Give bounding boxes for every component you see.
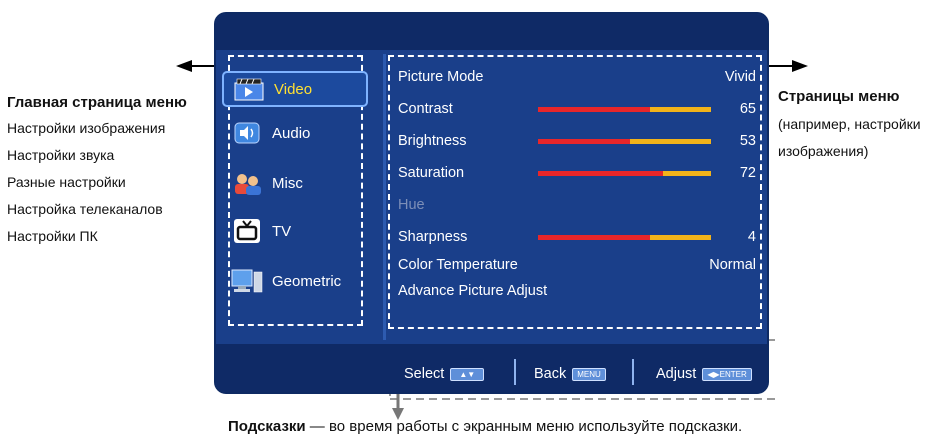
osd-screen: Video Audio Misc TV Geometric Picture Mo… [214,12,769,394]
osd-top-bar [216,14,767,50]
hint-select: Select ▲▼ [404,364,485,384]
updown-key-icon: ▲▼ [450,367,485,381]
osd-divider [383,54,386,340]
setting-advance-picture-adjust[interactable]: Advance Picture Adjust [398,280,756,302]
contrast-slider[interactable] [538,107,711,112]
setting-label: Picture Mode [398,69,484,85]
setting-color-temperature[interactable]: Color Temperature Normal [398,254,756,276]
hint-adjust: Adjust ◀▶ ENTER [656,364,752,384]
arrow-left-icon [176,60,192,72]
setting-label: Color Temperature [398,257,518,273]
menu-item-label: Video [274,80,313,98]
menu-item-label: Audio [272,124,311,142]
brightness-slider[interactable] [538,139,711,144]
hint-separator [632,359,634,385]
hint-back-label: Back [534,366,567,382]
setting-brightness[interactable]: Brightness 53 [398,130,756,152]
speaker-icon [230,120,264,146]
setting-label: Brightness [398,133,467,149]
menu-key-icon: MENU [572,367,606,381]
setting-picture-mode[interactable]: Picture Mode Vivid [398,66,756,88]
hint-select-label: Select [404,366,445,382]
hints-annotation-text: — во время работы с экранным меню исполь… [305,418,743,435]
menu-item-geometric[interactable]: Geometric [222,263,368,299]
setting-value: 65 [739,101,756,117]
setting-label: Hue [398,197,425,213]
monitor-icon [230,268,264,294]
saturation-slider[interactable] [538,171,711,176]
setting-value: Normal [709,257,756,273]
setting-sharpness[interactable]: Sharpness 4 [398,226,756,248]
setting-value: 53 [739,133,756,149]
hints-annotation-bold: Подсказки [228,418,306,435]
menu-item-label: Geometric [272,272,342,290]
hint-adjust-label: Adjust [656,366,697,382]
menu-item-label: Misc [272,174,303,192]
menu-item-audio[interactable]: Audio [222,115,368,151]
hints-annotation: Подсказки — во время работы с экранным м… [228,418,742,435]
film-icon [232,76,266,102]
arrow-right-icon [792,60,808,72]
setting-label: Saturation [398,165,465,181]
setting-label: Contrast [398,101,453,117]
setting-label: Advance Picture Adjust [398,283,548,299]
people-icon [230,170,264,196]
menu-item-misc[interactable]: Misc [222,165,368,201]
setting-value: Vivid [724,69,756,85]
enter-key-icon: ◀▶ ENTER [702,367,752,381]
enter-key-label: ENTER [719,369,747,379]
setting-label: Sharpness [398,229,468,245]
setting-saturation[interactable]: Saturation 72 [398,162,756,184]
setting-value: 4 [747,229,756,245]
tv-icon [230,218,264,244]
hint-separator [514,359,516,385]
hint-back: Back MENU [534,364,606,384]
menu-item-video[interactable]: Video [222,71,368,107]
sharpness-slider[interactable] [538,235,711,240]
setting-hue: Hue [398,194,756,216]
menu-item-tv[interactable]: TV [222,213,368,249]
menu-item-label: TV [272,222,292,240]
setting-contrast[interactable]: Contrast 65 [398,98,756,120]
setting-value: 72 [739,165,756,181]
